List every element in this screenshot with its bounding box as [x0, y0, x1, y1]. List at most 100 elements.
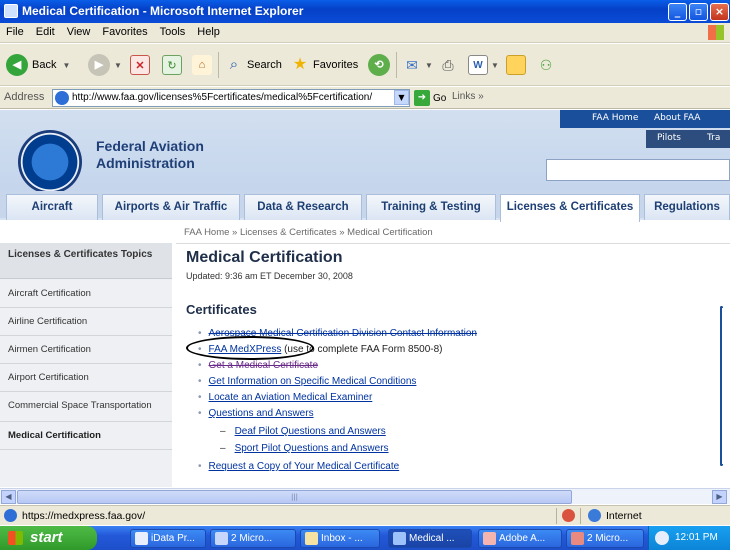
tab-data-research[interactable]: Data & Research — [244, 194, 362, 220]
refresh-button[interactable]: ↻ — [162, 52, 182, 78]
breadcrumb[interactable]: FAA Home » Licenses & Certificates » Med… — [184, 227, 433, 238]
menu-bar: File Edit View Favorites Tools Help — [0, 23, 730, 43]
scroll-thumb[interactable]: ||| — [17, 490, 572, 504]
tab-licenses-certificates[interactable]: Licenses & Certificates — [500, 194, 640, 222]
sidebar-heading: Licenses & Certificates Topics — [0, 243, 172, 279]
messenger-button[interactable]: ⚇ — [536, 52, 556, 78]
back-button[interactable]: ◀ Back ▼ — [6, 52, 70, 78]
link-questions-answers[interactable]: Questions and Answers — [209, 408, 314, 419]
maximize-button[interactable]: ▫ — [689, 3, 708, 21]
link-request-copy[interactable]: Request a Copy of Your Medical Certifica… — [209, 461, 400, 472]
folder-icon — [506, 55, 526, 75]
home-button[interactable]: ⌂ — [192, 52, 212, 78]
link-sport-pilot-qa[interactable]: Sport Pilot Questions and Answers — [235, 443, 389, 454]
mail-dropdown-icon[interactable]: ▼ — [425, 61, 433, 70]
tab-regulations[interactable]: Regulations — [644, 194, 730, 220]
address-input[interactable]: http://www.faa.gov/licenses%5Fcertificat… — [52, 89, 410, 107]
start-button[interactable]: start — [0, 526, 97, 550]
sidebar-item-medical-certification[interactable]: Medical Certification — [0, 422, 172, 450]
scroll-left-icon[interactable]: ◀ — [1, 490, 16, 504]
print-button[interactable]: ⎙ — [438, 52, 458, 78]
security-zone[interactable]: Internet — [606, 510, 642, 522]
tab-training-testing[interactable]: Training & Testing — [366, 194, 496, 220]
links-button[interactable]: Links » — [452, 91, 484, 102]
link-locate-examiner[interactable]: Locate an Aviation Medical Examiner — [209, 392, 373, 403]
taskbar-item-adobe[interactable]: Adobe A... — [478, 529, 562, 548]
tray-icon[interactable] — [655, 531, 669, 545]
discuss-button[interactable] — [506, 52, 526, 78]
sidebar-item-aircraft-certification[interactable]: Aircraft Certification — [0, 280, 172, 308]
menu-view[interactable]: View — [61, 23, 97, 38]
link-get-medical-certificate[interactable]: Get a Medical Certificate — [209, 360, 319, 371]
top-nav-about-faa[interactable]: About FAA — [654, 113, 700, 123]
system-tray: 12:01 PM — [648, 526, 730, 550]
taskbar-item-medical[interactable]: Medical ... — [388, 529, 472, 548]
list-item: • Locate an Aviation Medical Examiner — [198, 392, 372, 403]
popup-blocked-icon[interactable] — [562, 509, 575, 522]
back-arrow-icon: ◀ — [6, 54, 28, 76]
favorites-label: Favorites — [313, 59, 359, 71]
menu-help[interactable]: Help — [191, 23, 226, 38]
agency-name[interactable]: Federal Aviation Administration — [96, 138, 204, 172]
taskbar-item-label: iData Pr... — [151, 533, 195, 544]
top-nav-faa-home[interactable]: FAA Home — [592, 113, 638, 123]
horizontal-scrollbar[interactable]: ◀ ||| ▶ — [0, 488, 730, 504]
back-dropdown-icon[interactable]: ▼ — [62, 61, 70, 70]
page-title: Medical Certification — [186, 249, 343, 266]
minimize-button[interactable]: _ — [668, 3, 687, 21]
edit-button[interactable]: W ▼ — [468, 52, 499, 78]
stop-button[interactable]: ✕ — [130, 52, 150, 78]
scroll-right-icon[interactable]: ▶ — [712, 490, 727, 504]
clock[interactable]: 12:01 PM — [675, 532, 718, 543]
messenger-icon: ⚇ — [539, 57, 553, 73]
internet-zone-icon — [588, 509, 601, 522]
site-search-input[interactable] — [546, 159, 730, 181]
history-button[interactable]: ⟲ — [368, 52, 390, 78]
link-deaf-pilot-qa[interactable]: Deaf Pilot Questions and Answers — [235, 426, 386, 437]
edit-dropdown-icon[interactable]: ▼ — [491, 61, 499, 70]
taskbar-item-word[interactable]: 2 Micro... — [210, 529, 296, 548]
address-label: Address — [4, 91, 45, 103]
menu-file[interactable]: File — [0, 23, 30, 38]
page-icon — [55, 91, 69, 105]
search-button[interactable]: ⌕ Search — [224, 52, 282, 78]
taskbar-item-acrobat[interactable]: 2 Micro... — [566, 529, 644, 548]
taskbar-item-idata[interactable]: iData Pr... — [130, 529, 206, 548]
link-specific-conditions[interactable]: Get Information on Specific Medical Cond… — [209, 376, 417, 387]
address-url[interactable]: http://www.faa.gov/licenses%5Fcertificat… — [72, 92, 372, 103]
bullet-icon: • — [198, 392, 202, 403]
menu-edit[interactable]: Edit — [30, 23, 61, 38]
favorites-button[interactable]: ★ Favorites — [290, 52, 358, 78]
tab-aircraft[interactable]: Aircraft — [6, 194, 98, 220]
sidebar-item-airport-certification[interactable]: Airport Certification — [0, 364, 172, 392]
ie-icon — [393, 532, 406, 545]
dash-bullet-icon: – — [220, 443, 226, 454]
go-button[interactable]: ➜ Go — [414, 90, 446, 106]
address-dropdown-icon[interactable]: ▼ — [394, 90, 409, 105]
audience-nav-pilots[interactable]: Pilots — [657, 133, 681, 143]
ie-app-icon[interactable] — [4, 4, 18, 18]
forward-dropdown-icon[interactable]: ▼ — [114, 61, 122, 70]
tab-airports-air-traffic[interactable]: Airports & Air Traffic — [102, 194, 240, 220]
menu-tools[interactable]: Tools — [154, 23, 192, 38]
dash-bullet-icon: – — [220, 426, 226, 437]
idata-icon — [135, 532, 148, 545]
sidebar-item-airmen-certification[interactable]: Airmen Certification — [0, 336, 172, 364]
annotation-ellipse — [186, 336, 314, 360]
word-icon — [215, 532, 228, 545]
bullet-icon: • — [198, 461, 202, 472]
close-button[interactable]: × — [710, 3, 729, 21]
bullet-icon: • — [198, 376, 202, 387]
updated-timestamp: Updated: 9:36 am ET December 30, 2008 — [186, 271, 353, 281]
taskbar-item-inbox[interactable]: Inbox - ... — [300, 529, 380, 548]
list-item: – Deaf Pilot Questions and Answers — [220, 426, 386, 437]
faa-seal-logo[interactable] — [18, 130, 82, 194]
status-bar: https://medxpress.faa.gov/ Internet — [0, 505, 730, 525]
status-text: https://medxpress.faa.gov/ — [22, 510, 146, 522]
menu-favorites[interactable]: Favorites — [96, 23, 153, 38]
mail-button[interactable]: ✉ ▼ — [402, 52, 433, 78]
forward-button[interactable]: ▶ ▼ — [88, 52, 122, 78]
sidebar-item-airline-certification[interactable]: Airline Certification — [0, 308, 172, 336]
sidebar-item-commercial-space[interactable]: Commercial Space Transportation — [0, 392, 172, 422]
audience-nav-travelers[interactable]: Tra — [707, 133, 720, 143]
